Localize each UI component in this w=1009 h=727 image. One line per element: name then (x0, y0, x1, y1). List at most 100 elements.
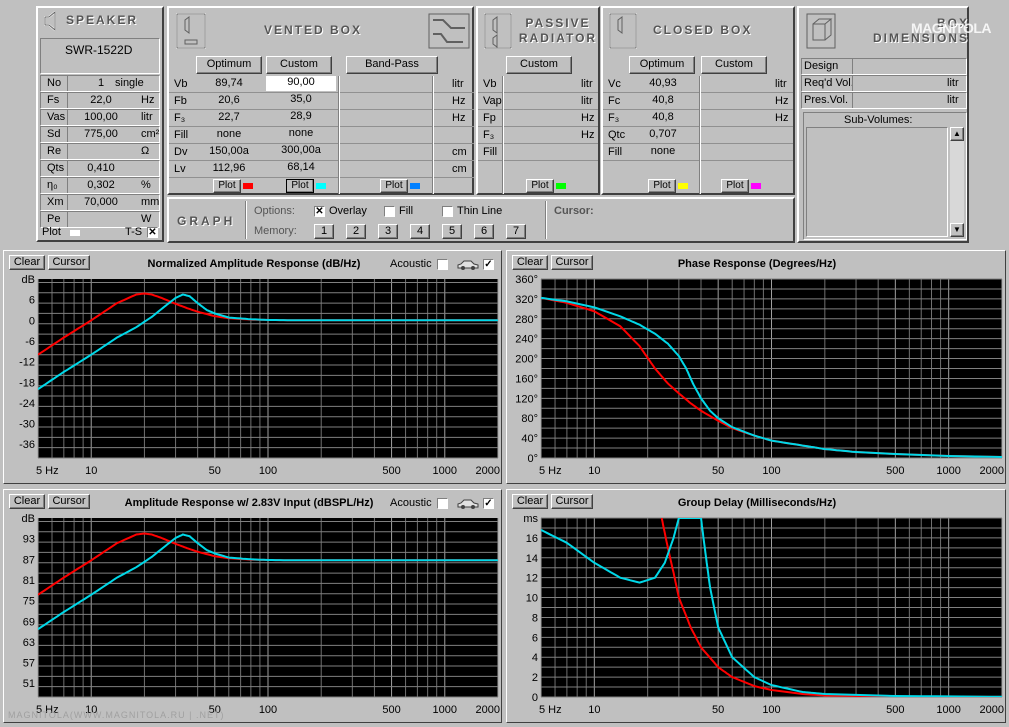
speaker-plot-label: Plot (42, 226, 61, 238)
vented-custom-value[interactable]: 300,00a (266, 144, 336, 159)
acoustic-checkbox[interactable] (437, 259, 448, 270)
y-tick-label: 63 (23, 637, 35, 649)
vented-custom-button[interactable]: Custom (266, 56, 332, 74)
cursor-button[interactable]: Cursor (48, 255, 90, 270)
vented-param-label: Lv (174, 163, 186, 175)
param-divider (67, 144, 68, 159)
speaker-plot-swatch[interactable] (70, 230, 80, 236)
x-tick-label: 50 (712, 465, 724, 477)
closed-optimum-button[interactable]: Optimum (629, 56, 695, 74)
group-delay-plot[interactable]: ms 16 14 12 10 8 6 4 2 05 Hz 10 50 100 500 1000 2000 (507, 512, 1005, 720)
cursor-button[interactable]: Cursor (48, 494, 90, 509)
vented-param-label: Fb (174, 95, 187, 107)
vented-optimum-plot-button[interactable]: Plot (213, 179, 241, 193)
vented-custom-value[interactable]: 35,0 (266, 93, 336, 108)
y-tick-label: -6 (25, 336, 35, 348)
car-checkbox[interactable]: ✓ (483, 498, 494, 509)
vented-box-header: VENTED BOX (264, 23, 363, 37)
y-tick-label: 40° (521, 433, 538, 445)
scroll-up-icon[interactable]: ▲ (950, 127, 964, 141)
memory-button-5[interactable]: 5 (442, 224, 462, 239)
overlay-checkbox[interactable]: ✕ (314, 206, 325, 217)
chart-title: Amplitude Response w/ 2.83V Input (dBSPL… (124, 497, 374, 509)
x-tick-label: 1000 (433, 704, 457, 716)
closed-custom-button[interactable]: Custom (701, 56, 767, 74)
vented-optimum-value[interactable]: none (194, 128, 264, 140)
phase-plot[interactable]: 360° 320° 280° 240° 200° 160° 120° 80° 40° 0°5 Hz… (507, 273, 1005, 481)
bandpass-plot-button[interactable]: Plot (380, 179, 408, 193)
x-tick-label: 100 (259, 465, 277, 477)
speaker-model-field[interactable]: SWR-1522D (40, 38, 160, 74)
memory-button-6[interactable]: 6 (474, 224, 494, 239)
x-tick-label: 5 Hz (539, 465, 562, 477)
x-tick-label: 1000 (936, 704, 960, 716)
passive-plot-button[interactable]: Plot (526, 179, 554, 193)
param-label: Qts (47, 162, 65, 174)
memory-button-2[interactable]: 2 (346, 224, 366, 239)
scroll-down-icon[interactable]: ▼ (950, 223, 964, 237)
clear-button[interactable]: Clear (9, 255, 45, 270)
param-extra[interactable]: single (115, 77, 144, 89)
param-label: Xm (47, 196, 64, 208)
closed-optimum-value[interactable]: none (628, 145, 698, 157)
vented-optimum-value[interactable]: 20,6 (194, 94, 264, 106)
param-value[interactable]: 0,410 (71, 162, 131, 174)
box-dims-label: Req'd Vol. (804, 77, 854, 89)
param-value[interactable]: 22,0 (71, 94, 131, 106)
param-unit: cm² (141, 128, 160, 140)
vented-custom-value[interactable]: 90,00 (266, 76, 336, 91)
memory-button-3[interactable]: 3 (378, 224, 398, 239)
memory-button-1[interactable]: 1 (314, 224, 334, 239)
speaker-param-row: No 1 single (40, 75, 160, 92)
memory-button-4[interactable]: 4 (410, 224, 430, 239)
closed-optimum-value[interactable]: 40,8 (628, 94, 698, 106)
passive-custom-button[interactable]: Custom (506, 56, 572, 74)
closed-optimum-value[interactable]: 40,93 (628, 77, 698, 89)
vented-custom-plot-button[interactable]: Plot (286, 179, 314, 193)
param-value[interactable]: 0,302 (71, 179, 131, 191)
speaker-ts-checkbox[interactable]: ✕ (147, 227, 158, 238)
vented-custom-value[interactable]: 68,14 (266, 161, 336, 176)
vented-optimum-value[interactable]: 112,96 (194, 162, 264, 174)
closed-param-label: F₃ (608, 112, 620, 124)
memory-button-7[interactable]: 7 (506, 224, 526, 239)
vented-optimum-button[interactable]: Optimum (196, 56, 262, 74)
closed-optimum-value[interactable]: 40,8 (628, 111, 698, 123)
param-unit: % (141, 179, 151, 191)
cursor-button[interactable]: Cursor (551, 255, 593, 270)
vented-custom-value[interactable]: 28,9 (266, 110, 336, 125)
vented-optimum-value[interactable]: 22,7 (194, 111, 264, 123)
clear-button[interactable]: Clear (512, 494, 548, 509)
clear-button[interactable]: Clear (512, 255, 548, 270)
y-tick-label: 8 (532, 612, 538, 624)
vented-param-unit: Hz (452, 95, 466, 107)
x-tick-label: 10 (588, 465, 600, 477)
cursor-button[interactable]: Cursor (551, 494, 593, 509)
bandpass-button[interactable]: Band-Pass (346, 56, 438, 74)
clear-button[interactable]: Clear (9, 494, 45, 509)
param-value[interactable]: 100,00 (71, 111, 131, 123)
vented-optimum-value[interactable]: 150,00a (194, 145, 264, 157)
closed-custom-plot-button[interactable]: Plot (721, 179, 749, 193)
param-unit: W (141, 213, 152, 225)
passive-radiator-header: PASSIVE RADIATOR (518, 16, 598, 45)
subvolumes-scrollbar[interactable]: ▲ ▼ (950, 127, 964, 237)
param-value[interactable]: 70,000 (71, 196, 131, 208)
subvolumes-list[interactable] (806, 127, 948, 237)
thinline-checkbox[interactable] (442, 206, 453, 217)
vented-custom-value[interactable]: none (266, 127, 336, 142)
x-tick-label: 2000 (476, 465, 500, 477)
vented-optimum-value[interactable]: 89,74 (194, 77, 264, 89)
amplitude-plot[interactable]: dB 6 0 -6 -12 -18 -24 -30 -36 5 Hz 10 50 100 500 1000 2… (4, 273, 501, 481)
param-value[interactable]: 775,00 (71, 128, 131, 140)
car-checkbox[interactable]: ✓ (483, 259, 494, 270)
fill-checkbox[interactable] (384, 206, 395, 217)
spl-plot[interactable]: dB93878175696357515 Hz 10 50 100 500 1000 2000 (4, 512, 501, 720)
closed-optimum-value[interactable]: 0,707 (628, 128, 698, 140)
closed-optimum-plot-button[interactable]: Plot (648, 179, 676, 193)
x-tick-label: 500 (382, 704, 400, 716)
x-tick-label: 500 (886, 465, 904, 477)
vented-param-label: Dv (174, 146, 188, 158)
cursor-label: Cursor: (554, 205, 594, 217)
acoustic-checkbox[interactable] (437, 498, 448, 509)
